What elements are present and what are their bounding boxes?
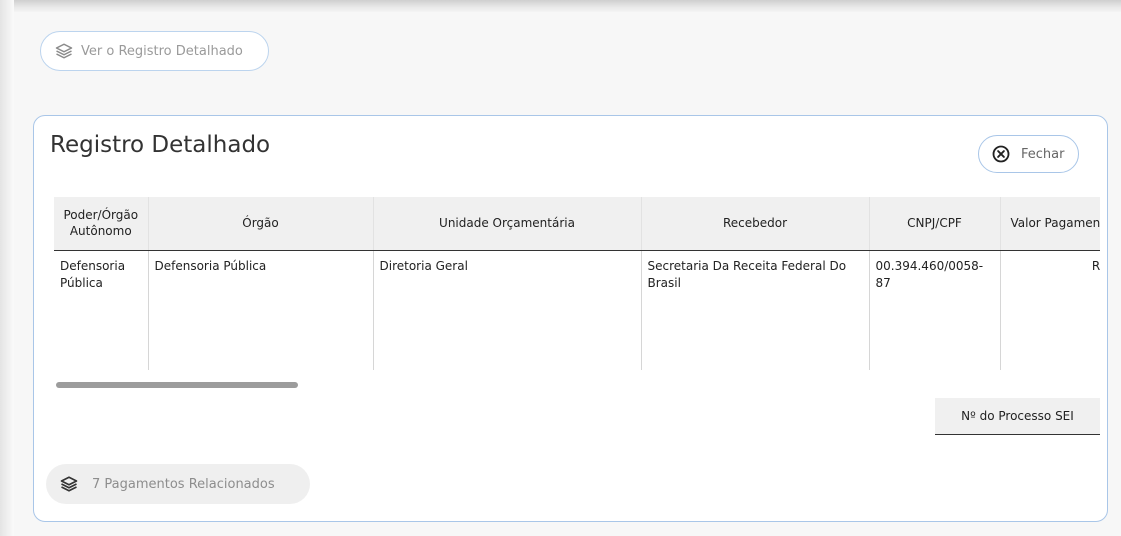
table-cell: R$ 11.871,	[1000, 250, 1100, 370]
window-frame-top	[0, 0, 1121, 12]
column-header[interactable]: Valor Pagamen	[1000, 197, 1100, 251]
close-button-label: Fechar	[1021, 146, 1065, 162]
records-table-container: Poder/Órgão Autônomo Órgão Unidade Orçam…	[54, 197, 1100, 372]
layers-icon	[60, 476, 78, 492]
related-payments-label: 7 Pagamentos Relacionados	[92, 476, 275, 492]
column-header[interactable]: Poder/Órgão Autônomo	[54, 197, 149, 251]
close-button[interactable]: Fechar	[978, 135, 1079, 173]
panel-title: Registro Detalhado	[50, 132, 271, 158]
close-circle-icon	[992, 145, 1010, 163]
view-detailed-record-label: Ver o Registro Detalhado	[81, 43, 243, 59]
table-cell: Diretoria Geral	[373, 250, 642, 370]
horizontal-scrollbar[interactable]	[56, 382, 298, 388]
detailed-record-panel: Registro Detalhado Fechar Poder/Órgão Au…	[33, 115, 1108, 522]
column-header[interactable]: Recebedor	[641, 197, 870, 251]
table-cell: Secretaria Da Receita Federal Do Brasil	[641, 250, 870, 370]
table-cell: Defensoria Pública	[148, 250, 374, 370]
column-header[interactable]: Unidade Orçamentária	[373, 197, 642, 251]
window-frame-left	[0, 0, 14, 536]
table-cell: 00.394.460/0058-87	[869, 250, 1001, 370]
table-cell: Defensoria Pública	[54, 250, 149, 370]
column-header[interactable]: CNPJ/CPF	[869, 197, 1001, 251]
table-header-row: Poder/Órgão Autônomo Órgão Unidade Orçam…	[54, 197, 1100, 251]
related-payments-button[interactable]: 7 Pagamentos Relacionados	[46, 464, 310, 504]
view-detailed-record-button[interactable]: Ver o Registro Detalhado	[40, 31, 269, 71]
layers-icon	[55, 43, 73, 59]
table-row[interactable]: Defensoria Pública Defensoria Pública Di…	[54, 250, 1100, 370]
records-table: Poder/Órgão Autônomo Órgão Unidade Orçam…	[54, 197, 1100, 370]
sei-process-column-header[interactable]: Nº do Processo SEI	[935, 398, 1100, 435]
column-header[interactable]: Órgão	[148, 197, 374, 251]
